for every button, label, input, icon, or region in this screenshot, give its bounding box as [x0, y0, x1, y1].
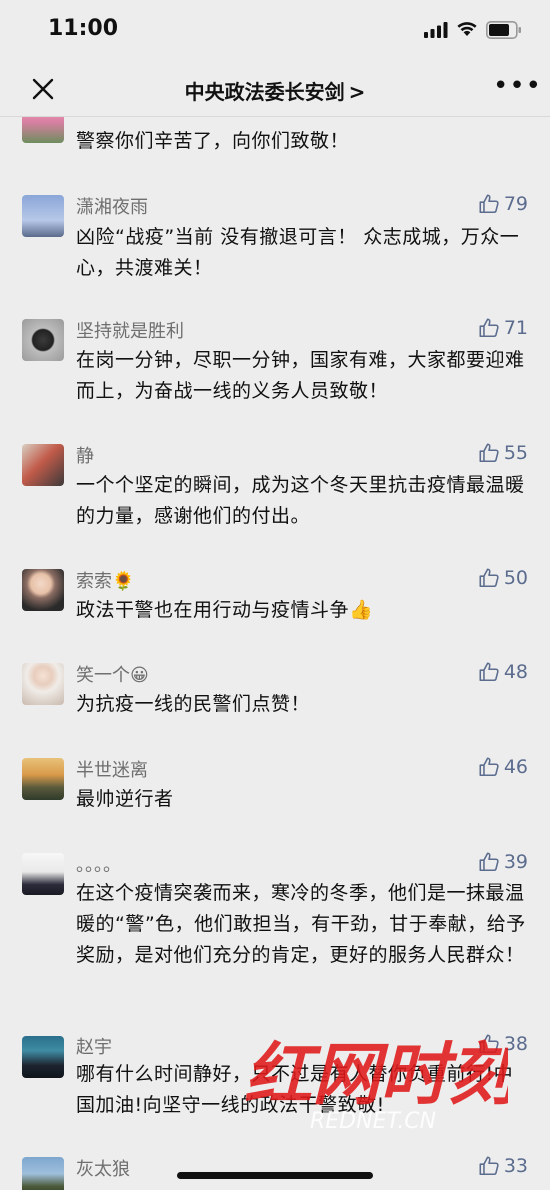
- thumbs-up-icon: [479, 443, 499, 463]
- avatar[interactable]: [22, 569, 64, 611]
- thumbs-up-icon: [479, 852, 499, 872]
- like-button[interactable]: 48: [478, 661, 528, 683]
- like-button[interactable]: 79: [478, 193, 528, 215]
- status-bar: 11:00: [0, 0, 550, 62]
- avatar[interactable]: [22, 117, 64, 143]
- comment-text: 政法干警也在用行动与疫情斗争👍: [76, 599, 374, 621]
- avatar[interactable]: [22, 444, 64, 486]
- avatar[interactable]: [22, 1157, 64, 1190]
- like-count: 79: [503, 193, 528, 215]
- wifi-icon: [457, 22, 477, 36]
- like-count: 38: [503, 1033, 528, 1055]
- thumbs-up-icon: [479, 568, 499, 588]
- page-title[interactable]: 中央政法委长安剑 >: [0, 76, 550, 105]
- avatar[interactable]: [22, 663, 64, 705]
- battery-icon: [486, 21, 521, 39]
- avatar[interactable]: [22, 1036, 64, 1078]
- comment-text: 一个个坚定的瞬间，成为这个冬天里抗击疫情最温暖的力量，感谢他们的付出。: [76, 474, 525, 527]
- comment-text: 在这个疫情突袭而来，寒冷的冬季，他们是一抹最温暖的“警”色，他们敢担当，有干劲，…: [76, 882, 526, 966]
- like-count: 71: [503, 317, 528, 339]
- thumbs-up-icon: [479, 1034, 499, 1054]
- commenter-name[interactable]: 笑一个😀: [76, 661, 149, 687]
- like-count: 50: [503, 567, 528, 589]
- like-count: 48: [503, 661, 528, 683]
- cellular-signal-icon: [424, 22, 448, 38]
- like-button[interactable]: 50: [478, 567, 528, 589]
- comment-text: 在岗一分钟，尽职一分钟，国家有难，大家都要迎难而上，为奋战一线的义务人员致敬！: [76, 349, 525, 402]
- thumbs-up-icon: [479, 194, 499, 214]
- comment-list: 警察你们辛苦了，向你们致敬！ 潇湘夜雨 79 凶险“战疫”当前 没有撤退可言！ …: [0, 117, 550, 1190]
- like-button[interactable]: 55: [478, 442, 528, 464]
- commenter-name[interactable]: 坚持就是胜利: [76, 317, 184, 343]
- thumbs-up-icon: [479, 757, 499, 777]
- more-options-icon[interactable]: •••: [493, 73, 542, 99]
- like-button[interactable]: 33: [478, 1155, 528, 1177]
- page-title-text: 中央政法委长安剑: [184, 80, 345, 104]
- comment-text: 最帅逆行者: [76, 788, 174, 810]
- commenter-name[interactable]: 半世迷离: [76, 756, 148, 782]
- commenter-name[interactable]: 赵宇: [76, 1033, 112, 1059]
- thumbs-up-icon: [479, 1156, 499, 1176]
- like-button[interactable]: 39: [478, 851, 528, 873]
- thumbs-up-icon: [479, 662, 499, 682]
- commenter-name[interactable]: 索索🌻: [76, 567, 134, 593]
- home-indicator[interactable]: [177, 1172, 373, 1179]
- thumbs-up-icon: [479, 318, 499, 338]
- comment-text: 哪有什么时间静好，只不过是有人替你负重前行!中国加油!向坚守一线的政法干警致敬!: [76, 1063, 514, 1116]
- commenter-name[interactable]: 潇湘夜雨: [76, 193, 148, 219]
- comment-text: 警察你们辛苦了，向你们致敬！: [76, 130, 350, 152]
- like-button[interactable]: 38: [478, 1033, 528, 1055]
- commenter-name[interactable]: 静: [76, 442, 94, 468]
- like-button[interactable]: 71: [478, 317, 528, 339]
- avatar[interactable]: [22, 195, 64, 237]
- avatar[interactable]: [22, 853, 64, 895]
- commenter-name[interactable]: 。。。。: [76, 851, 121, 877]
- avatar[interactable]: [22, 319, 64, 361]
- like-button[interactable]: 46: [478, 756, 528, 778]
- avatar[interactable]: [22, 758, 64, 800]
- like-count: 46: [503, 756, 528, 778]
- comment-text: 凶险“战疫”当前 没有撤退可言！ 众志成城，万众一心，共渡难关！: [76, 226, 520, 279]
- comment-text: 为抗疫一线的民警们点赞！: [76, 693, 311, 715]
- status-time: 11:00: [48, 16, 119, 41]
- like-count: 33: [503, 1155, 528, 1177]
- like-count: 39: [503, 851, 528, 873]
- chevron-right-icon: >: [348, 80, 366, 104]
- commenter-name[interactable]: 灰太狼: [76, 1155, 130, 1181]
- nav-bar: 中央政法委长安剑 > •••: [0, 62, 550, 117]
- like-count: 55: [503, 442, 528, 464]
